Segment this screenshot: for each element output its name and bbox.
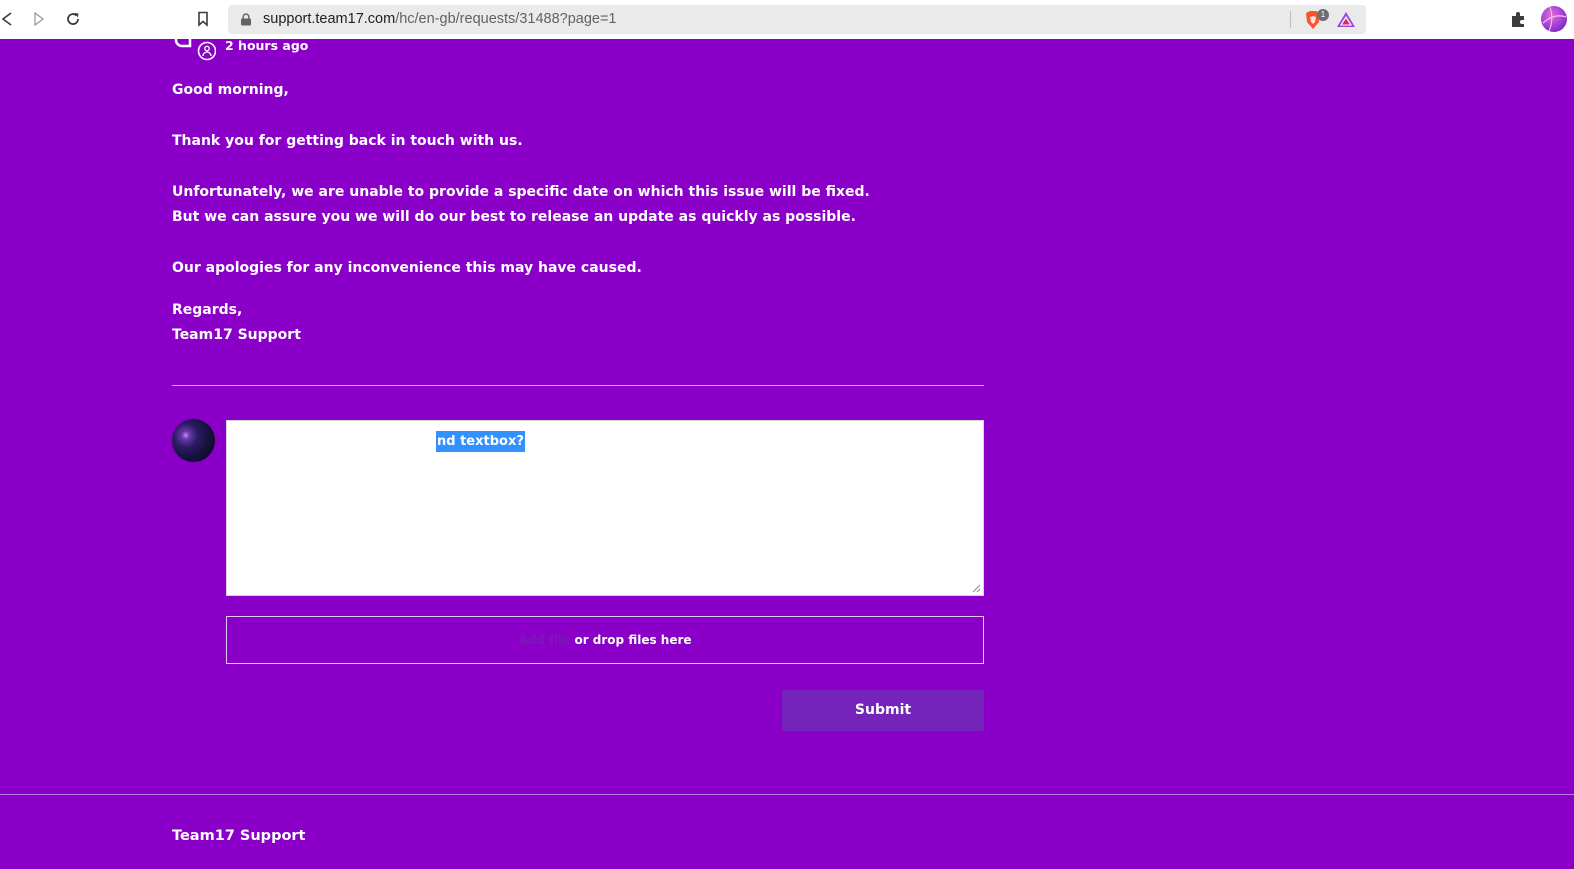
footer-title[interactable]: Team17 Support [172, 828, 306, 844]
extensions-icon[interactable] [1509, 9, 1529, 29]
comment-signoff: Regards, [172, 302, 243, 318]
profile-avatar[interactable] [1541, 6, 1567, 32]
bookmark-icon[interactable] [192, 8, 214, 30]
url-text[interactable]: support.team17.com/hc/en-gb/requests/314… [263, 11, 617, 27]
comment-greeting: Good morning, [172, 82, 289, 98]
comment-line: Thank you for getting back in touch with… [172, 133, 523, 149]
add-file-link[interactable]: Add file [518, 633, 570, 647]
reload-icon[interactable] [62, 8, 84, 30]
comment-signature: Team17 Support [172, 327, 301, 343]
reply-selected-text[interactable]: nd textbox? [436, 431, 525, 452]
file-dropzone[interactable]: Add file or drop files here [226, 616, 984, 664]
agent-avatar-icon [174, 32, 216, 61]
back-icon[interactable] [0, 8, 18, 30]
url-host: support.team17.com [263, 11, 396, 27]
comment-timestamp: 2 hours ago [225, 38, 309, 53]
comment-line: But we can assure you we will do our bes… [172, 209, 856, 225]
reply-textbox[interactable]: nd textbox? [226, 420, 984, 596]
comment-line: Our apologies for any inconvenience this… [172, 260, 642, 276]
address-divider [1290, 11, 1291, 28]
drop-files-label: or drop files here [574, 633, 692, 647]
submit-button[interactable]: Submit [782, 690, 984, 731]
forward-icon[interactable] [28, 8, 50, 30]
browser-toolbar: support.team17.com/hc/en-gb/requests/314… [0, 0, 1574, 39]
comment-line: Unfortunately, we are unable to provide … [172, 184, 870, 200]
comment-divider [172, 385, 984, 386]
address-bar[interactable]: support.team17.com/hc/en-gb/requests/314… [228, 5, 1366, 34]
url-path: /hc/en-gb/requests/31488?page=1 [395, 11, 617, 27]
footer-divider [0, 794, 1574, 795]
shield-count-badge: 1 [1317, 9, 1329, 21]
user-avatar [172, 419, 215, 462]
brave-rewards-icon[interactable] [1336, 10, 1356, 30]
resize-handle-icon[interactable] [971, 583, 981, 593]
lock-icon [241, 13, 251, 26]
